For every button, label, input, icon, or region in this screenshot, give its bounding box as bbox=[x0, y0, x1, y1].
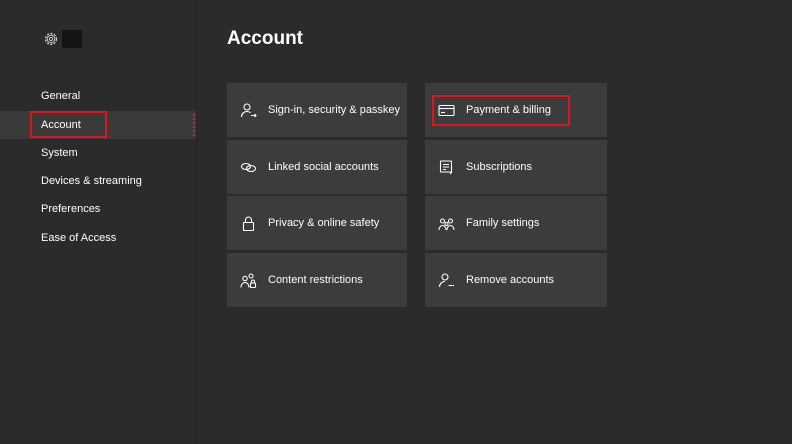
tile-content-restrictions[interactable]: Content restrictions bbox=[227, 253, 407, 307]
tile-label: Remove accounts bbox=[466, 274, 555, 286]
person-remove-icon bbox=[438, 272, 455, 289]
sidebar-item-label: Preferences bbox=[41, 203, 101, 215]
tile-label: Family settings bbox=[466, 217, 540, 229]
page-title: Account bbox=[227, 28, 303, 49]
sidebar-item-label: Ease of Access bbox=[41, 232, 117, 244]
tile-label: Content restrictions bbox=[268, 274, 363, 286]
sidebar-item-label: Account bbox=[41, 119, 81, 131]
tile-label: Privacy & online safety bbox=[268, 217, 380, 229]
tile-label: Subscriptions bbox=[466, 161, 533, 173]
sidebar-item-preferences[interactable]: Preferences bbox=[0, 195, 196, 223]
tile-linked-social-accounts[interactable]: Linked social accounts bbox=[227, 140, 407, 194]
sidebar-item-system[interactable]: System bbox=[0, 139, 196, 167]
subscriptions-icon bbox=[438, 159, 455, 176]
tile-label: Linked social accounts bbox=[268, 161, 379, 173]
sidebar-item-label: General bbox=[41, 90, 81, 102]
tile-remove-accounts[interactable]: Remove accounts bbox=[425, 253, 607, 307]
tile-privacy-online-safety[interactable]: Privacy & online safety bbox=[227, 196, 407, 250]
sidebar-item-label: System bbox=[41, 147, 78, 159]
link-icon bbox=[240, 159, 257, 176]
tile-sign-in-security[interactable]: Sign-in, security & passkey bbox=[227, 83, 407, 137]
tile-label: Sign-in, security & passkey bbox=[268, 104, 401, 116]
tile-payment-billing[interactable]: Payment & billing bbox=[425, 83, 607, 137]
sidebar-item-label: Devices & streaming bbox=[41, 175, 142, 187]
sidebar-item-account[interactable]: Account bbox=[0, 111, 196, 139]
lock-icon bbox=[240, 215, 257, 232]
tile-subscriptions[interactable]: Subscriptions bbox=[425, 140, 607, 194]
content-restrictions-icon bbox=[240, 272, 257, 289]
person-key-icon bbox=[240, 102, 257, 119]
gear-icon bbox=[42, 30, 60, 48]
sidebar-item-devices-streaming[interactable]: Devices & streaming bbox=[0, 167, 196, 195]
tile-label: Payment & billing bbox=[466, 104, 551, 116]
tile-family-settings[interactable]: Family settings bbox=[425, 196, 607, 250]
gamertag-avatar bbox=[62, 30, 82, 48]
credit-card-icon bbox=[438, 102, 455, 119]
sidebar-item-ease-of-access[interactable]: Ease of Access bbox=[0, 224, 196, 252]
sidebar-item-general[interactable]: General bbox=[0, 82, 196, 110]
family-icon bbox=[438, 215, 455, 232]
sidebar: General Account System Devices & streami… bbox=[0, 0, 197, 444]
sidebar-focus-marker bbox=[193, 114, 197, 136]
